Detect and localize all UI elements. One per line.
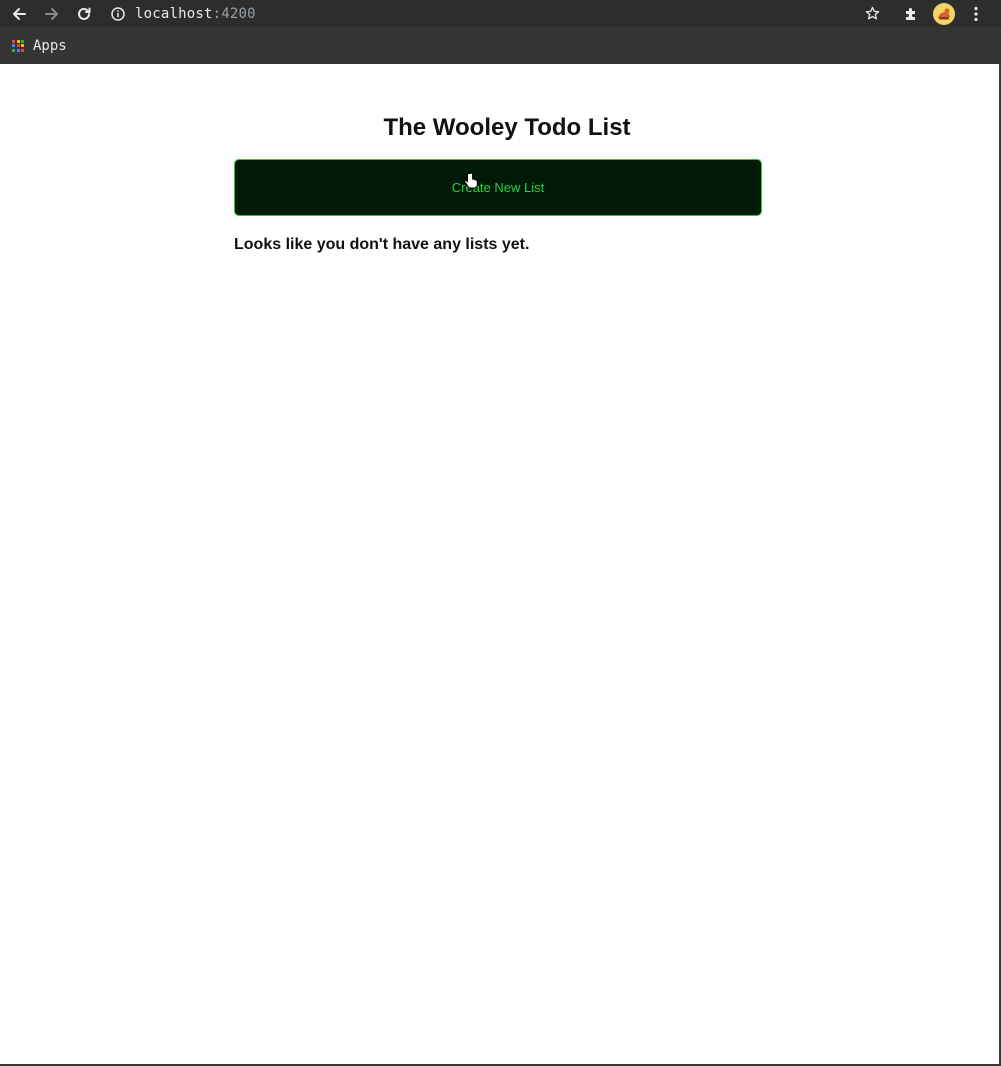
back-button[interactable] [8, 0, 30, 27]
bookmark-apps[interactable]: Apps [12, 27, 67, 64]
apps-grid-icon [12, 39, 24, 52]
bookmark-apps-label: Apps [33, 37, 67, 54]
arrow-right-icon [45, 7, 58, 20]
browser-window: localhost:4200 Apps The Wooley Todo List… [0, 0, 1001, 1066]
reload-button[interactable] [73, 0, 95, 27]
url-host: localhost [135, 5, 213, 22]
url-text[interactable]: localhost:4200 [135, 6, 256, 22]
browser-toolbar: localhost:4200 [0, 0, 1001, 27]
bookmarks-bar: Apps [0, 27, 1001, 64]
avatar [933, 2, 955, 25]
info-icon[interactable] [111, 6, 125, 21]
empty-state-message: Looks like you don't have any lists yet. [234, 236, 530, 253]
address-bar[interactable]: localhost:4200 [111, 0, 256, 27]
create-new-list-button[interactable]: Create New List [234, 159, 762, 216]
kebab-menu-icon [974, 6, 978, 21]
url-port: :4200 [212, 5, 256, 22]
star-icon [865, 6, 879, 20]
profile-button[interactable] [932, 0, 956, 27]
reload-icon [78, 7, 91, 20]
browser-menu-button[interactable] [967, 0, 985, 27]
extensions-button[interactable] [901, 0, 921, 27]
page-viewport: The Wooley Todo List Create New List Loo… [0, 64, 1001, 1066]
page-title: The Wooley Todo List [383, 114, 631, 141]
create-new-list-label: Create New List [451, 180, 545, 195]
bookmark-star-button[interactable] [862, 0, 882, 27]
forward-button[interactable] [41, 0, 63, 27]
puzzle-icon [906, 7, 915, 20]
arrow-left-icon [13, 7, 26, 20]
